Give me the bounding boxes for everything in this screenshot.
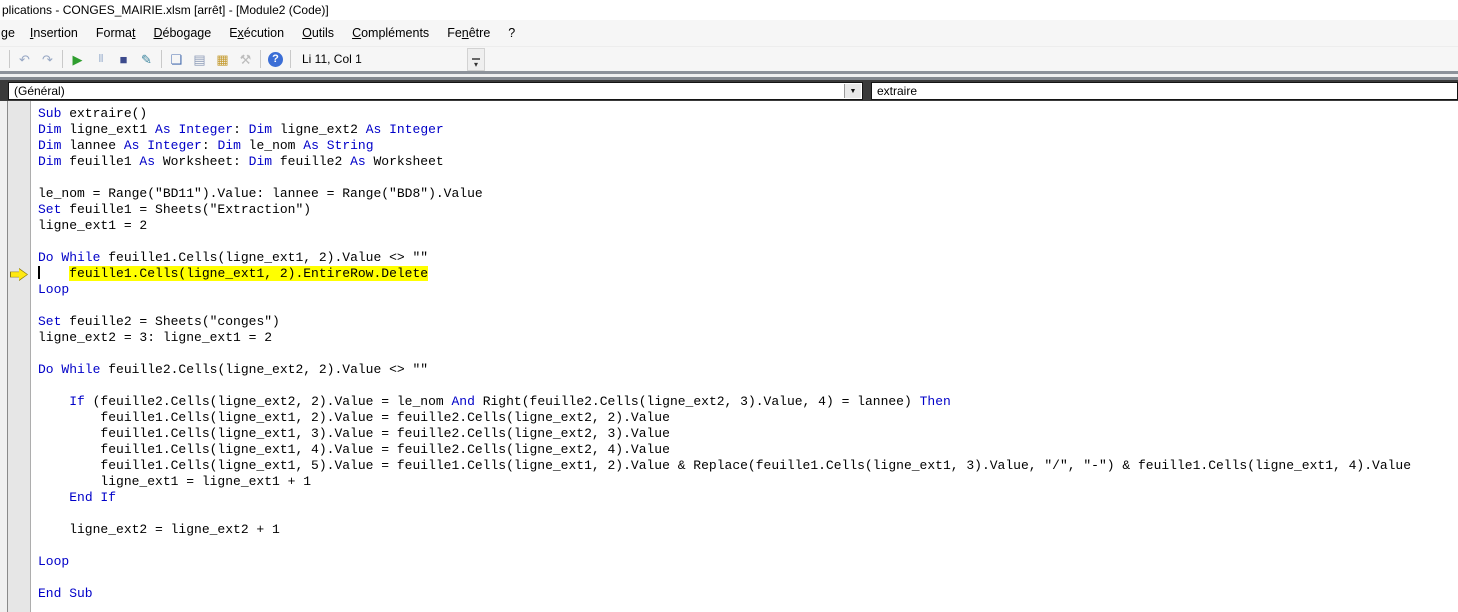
stop-icon[interactable]: ■ (112, 49, 135, 69)
chevron-down-icon: ▼ (849, 87, 857, 95)
chevron-down-icon: ▾ (473, 60, 478, 69)
code-line[interactable]: ligne_ext1 = 2 (38, 218, 1458, 234)
code-line[interactable]: feuille1.Cells(ligne_ext1, 2).Value = fe… (38, 410, 1458, 426)
toolbox-icon[interactable]: ⚒ (234, 49, 257, 69)
help-icon-glyph: ? (268, 51, 283, 67)
menu-item-execution[interactable]: Exécution (220, 22, 293, 44)
code-line[interactable]: Dim lannee As Integer: Dim le_nom As Str… (38, 138, 1458, 154)
code-line[interactable]: If (feuille2.Cells(ligne_ext2, 2).Value … (38, 394, 1458, 410)
menu-item-debogage[interactable]: Débogage (144, 22, 220, 44)
undo-icon[interactable]: ↶ (13, 49, 36, 69)
text-caret (38, 266, 40, 279)
code-line[interactable] (38, 378, 1458, 394)
properties-window-icon[interactable]: ▤ (188, 49, 211, 69)
object-dropdown-button[interactable]: ▼ (844, 84, 861, 98)
run-icon[interactable]: ▶ (66, 49, 89, 69)
design-mode-icon[interactable]: ✎ (135, 49, 158, 69)
toolbar-options-button[interactable]: ▾ (467, 48, 485, 71)
toolbar-separator (290, 50, 291, 68)
menu-bar: ge Insertion Format Débogage Exécution Outils… (0, 20, 1458, 47)
code-line[interactable]: le_nom = Range("BD11").Value: lannee = R… (38, 186, 1458, 202)
code-line[interactable]: feuille1.Cells(ligne_ext1, 3).Value = fe… (38, 426, 1458, 442)
menu-item-complements[interactable]: Compléments (343, 22, 438, 44)
code-line[interactable]: Set feuille1 = Sheets("Extraction") (38, 202, 1458, 218)
procedure-dropdown[interactable]: extraire (871, 82, 1458, 100)
toolbar-separator (161, 50, 162, 68)
toolbar-separator (260, 50, 261, 68)
code-line[interactable]: Do While feuille1.Cells(ligne_ext1, 2).V… (38, 250, 1458, 266)
code-line[interactable]: feuille1.Cells(ligne_ext1, 5).Value = fe… (38, 458, 1458, 474)
menu-item-insertion[interactable]: Insertion (21, 22, 87, 44)
redo-icon[interactable]: ↷ (36, 49, 59, 69)
pause-icon[interactable]: ‖ (89, 49, 112, 69)
code-line[interactable]: ligne_ext2 = ligne_ext2 + 1 (38, 522, 1458, 538)
code-line[interactable]: feuille1.Cells(ligne_ext1, 2).EntireRow.… (38, 266, 1458, 282)
code-line[interactable]: Dim feuille1 As Worksheet: Dim feuille2 … (38, 154, 1458, 170)
procedure-dropdown-value: extraire (877, 84, 918, 98)
title-bar: plications - CONGES_MAIRIE.xlsm [arrêt] … (0, 0, 1458, 20)
code-line[interactable]: ligne_ext1 = ligne_ext1 + 1 (38, 474, 1458, 490)
menu-item-outils[interactable]: Outils (293, 22, 343, 44)
menu-item-affichage-partial[interactable]: ge (0, 22, 21, 44)
object-dropdown-value: (Général) (14, 84, 65, 98)
code-line[interactable] (38, 346, 1458, 362)
breakpoint-margin[interactable] (8, 101, 31, 612)
code-line[interactable]: Loop (38, 554, 1458, 570)
code-line[interactable]: Loop (38, 282, 1458, 298)
cursor-position-label: Li 11, Col 1 (302, 52, 362, 66)
execution-highlight: feuille1.Cells(ligne_ext1, 2).EntireRow.… (69, 266, 429, 281)
toolbar-separator (62, 50, 63, 68)
code-line[interactable] (38, 234, 1458, 250)
menu-item-format[interactable]: Format (87, 22, 145, 44)
code-text[interactable]: Sub extraire() Dim ligne_ext1 As Integer:… (31, 101, 1458, 612)
procedure-bar: (Général) ▼ extraire (0, 80, 1458, 102)
toolbar-dock-edge (0, 71, 1458, 80)
code-line[interactable]: Sub extraire() (38, 106, 1458, 122)
toolbar: ↶ ↷ ▶ ‖ ■ ✎ ❏ ▤ ▦ ⚒? Li 11, Col 1 ▾ (0, 47, 1458, 71)
code-line[interactable]: Do While feuille2.Cells(ligne_ext2, 2).V… (38, 362, 1458, 378)
code-line[interactable] (38, 298, 1458, 314)
editor-left-frame (0, 101, 8, 612)
code-line[interactable]: End Sub (38, 586, 1458, 602)
object-dropdown[interactable]: (Général) ▼ (8, 82, 863, 100)
code-line[interactable]: Dim ligne_ext1 As Integer: Dim ligne_ext… (38, 122, 1458, 138)
code-line[interactable]: End If (38, 490, 1458, 506)
code-line[interactable] (38, 538, 1458, 554)
code-editor[interactable]: Sub extraire() Dim ligne_ext1 As Integer:… (0, 101, 1458, 612)
window-title: plications - CONGES_MAIRIE.xlsm [arrêt] … (2, 3, 329, 17)
code-line[interactable] (38, 570, 1458, 586)
menu-item-aide[interactable]: ? (499, 22, 524, 44)
code-line[interactable] (38, 506, 1458, 522)
code-line[interactable]: Set feuille2 = Sheets("conges") (38, 314, 1458, 330)
project-explorer-icon[interactable]: ❏ (165, 49, 188, 69)
code-line[interactable]: feuille1.Cells(ligne_ext1, 4).Value = fe… (38, 442, 1458, 458)
code-line[interactable] (38, 170, 1458, 186)
menu-item-fenetre[interactable]: Fenêtre (438, 22, 499, 44)
help-icon[interactable]: ? (264, 49, 287, 69)
object-browser-icon[interactable]: ▦ (211, 49, 234, 69)
toolbar-separator (9, 50, 10, 68)
code-line[interactable]: ligne_ext2 = 3: ligne_ext1 = 2 (38, 330, 1458, 346)
